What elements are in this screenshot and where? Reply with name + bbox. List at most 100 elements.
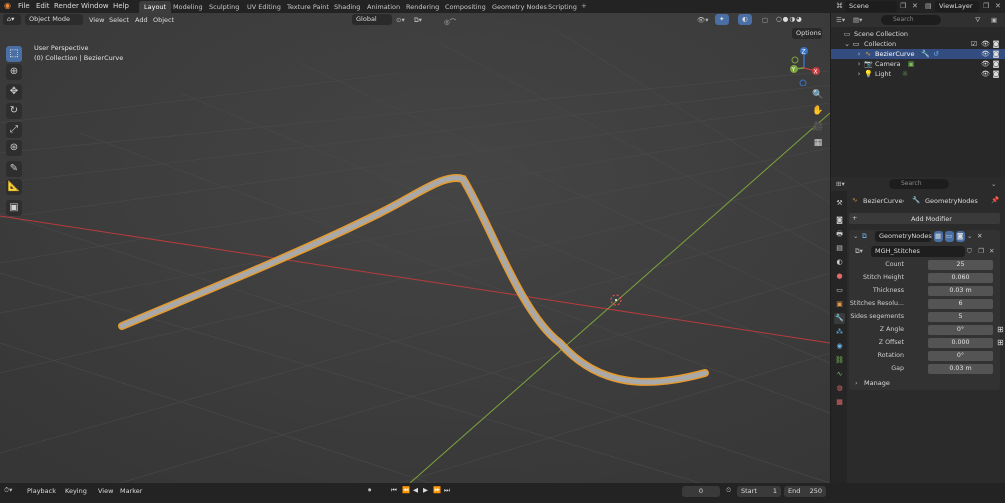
visibility-icon[interactable]: 👁▾	[697, 16, 709, 24]
tab-object-icon[interactable]: ▣	[834, 299, 845, 310]
filter-icon[interactable]: ⛛	[975, 16, 980, 25]
duplicate-node-group-icon[interactable]: ❐	[978, 247, 984, 255]
menu-marker[interactable]: Marker	[120, 487, 142, 495]
overlay-toggle-icon[interactable]: ◐	[738, 14, 752, 25]
attribute-toggle-icon[interactable]: ⊞	[997, 338, 1004, 347]
add-modifier-button[interactable]: + Add Modifier	[849, 213, 1000, 224]
outliner-item-beziercurve[interactable]: › ∿ BezierCurve 🔧 ↺ 👁 ◙	[831, 49, 1005, 59]
visibility-eye-icon[interactable]: 👁	[981, 70, 990, 78]
play-icon[interactable]: ▶	[423, 486, 428, 494]
options-chevron-icon[interactable]: ⌄	[991, 180, 996, 188]
sides-segments-field[interactable]: 5	[928, 312, 993, 322]
remove-modifier-icon[interactable]: ✕	[977, 232, 982, 240]
new-view-layer-icon[interactable]: ❐	[983, 2, 989, 10]
manage-expand-chevron-icon[interactable]: ›	[855, 379, 858, 387]
tab-material-icon[interactable]: ◍	[834, 383, 845, 394]
delete-scene-icon[interactable]: ✕	[912, 2, 918, 10]
ortho-grid-icon[interactable]: ▦	[811, 136, 825, 150]
menu-help[interactable]: Help	[113, 2, 129, 10]
light-data-icon[interactable]: ☼	[901, 70, 909, 78]
add-workspace-button[interactable]: +	[581, 2, 587, 10]
node-group-selector[interactable]: MGH_Stitches	[871, 246, 965, 257]
menu-playback[interactable]: Playback	[27, 487, 56, 495]
render-camera-icon[interactable]: ◙	[992, 70, 1000, 78]
tab-animation[interactable]: Animation	[362, 1, 405, 13]
render-camera-icon[interactable]: ◙	[992, 60, 1000, 68]
scale-tool-icon[interactable]: ⤢	[6, 122, 22, 138]
tab-data-icon[interactable]: ∿	[834, 369, 845, 380]
tab-layout[interactable]: Layout	[139, 1, 172, 13]
end-frame-field[interactable]: End 250	[784, 486, 826, 497]
visibility-eye-icon[interactable]: 👁	[981, 60, 990, 68]
rotation-field[interactable]: 0°	[928, 351, 993, 361]
expand-chevron-icon[interactable]: ›	[855, 60, 863, 68]
options-button[interactable]: Options	[792, 28, 822, 39]
unlink-node-group-icon[interactable]: ✕	[989, 247, 994, 255]
modifier-menu-chevron-icon[interactable]: ⌄	[967, 232, 972, 240]
pin-icon[interactable]: 📌	[991, 196, 999, 204]
stitch-height-field[interactable]: 0.060	[928, 273, 993, 283]
properties-editor-type-icon[interactable]: ⊞▾	[836, 180, 845, 188]
mode-selector[interactable]: Object Mode	[25, 14, 83, 25]
collection-row[interactable]: ⌄ ▭ Collection ☑ 👁 ◙	[831, 39, 1005, 49]
menu-select[interactable]: Select	[109, 16, 129, 24]
menu-render[interactable]: Render	[54, 2, 79, 10]
tab-texture-paint[interactable]: Texture Paint	[282, 1, 334, 13]
exclude-checkbox[interactable]: ☑	[970, 40, 978, 48]
modifier-wrench-icon[interactable]: 🔧	[921, 50, 930, 58]
menu-keying[interactable]: Keying	[65, 487, 87, 495]
outliner-item-light[interactable]: › 💡 Light ☼ 👁 ◙	[831, 69, 1005, 79]
gap-field[interactable]: 0.03 m	[928, 364, 993, 374]
menu-window[interactable]: Window	[81, 2, 109, 10]
visibility-eye-icon[interactable]: 👁	[981, 50, 990, 58]
delete-view-layer-icon[interactable]: ✕	[995, 2, 1001, 10]
rotate-tool-icon[interactable]: ↻	[6, 103, 22, 119]
proportional-edit-icon[interactable]: ◎⌒	[444, 16, 456, 26]
viewport-display-toggle-icon[interactable]: ▭	[945, 231, 954, 242]
annotate-tool-icon[interactable]: ✎	[6, 161, 22, 177]
prev-keyframe-icon[interactable]: ⏪	[402, 486, 410, 494]
tab-constraints-icon[interactable]: ⛓	[834, 355, 845, 366]
tab-render-icon[interactable]: ◙	[834, 215, 845, 226]
gizmo-toggle-icon[interactable]: ✦	[715, 14, 729, 25]
thickness-field[interactable]: 0.03 m	[928, 286, 993, 296]
menu-timeline-view[interactable]: View	[98, 487, 113, 495]
outliner-item-camera[interactable]: › 📷 Camera ▣ 👁 ◙	[831, 59, 1005, 69]
snap-icon[interactable]: ⧉▾	[414, 16, 422, 25]
manage-subpanel-label[interactable]: Manage	[864, 379, 890, 387]
modifier-collapse-chevron-icon[interactable]: ⌄	[853, 232, 858, 240]
breadcrumb-modifier[interactable]: GeometryNodes	[925, 197, 978, 205]
tab-modeling[interactable]: Modeling	[168, 1, 208, 13]
xray-icon[interactable]: ▢	[762, 16, 768, 24]
jump-start-icon[interactable]: ⏮	[391, 486, 397, 495]
pivot-point-icon[interactable]: ⊙▾	[396, 16, 405, 24]
3d-viewport[interactable]: User Perspective (0) Collection | Bezier…	[0, 13, 830, 483]
render-camera-icon[interactable]: ◙	[992, 50, 1000, 58]
menu-view[interactable]: View	[89, 16, 104, 24]
count-field[interactable]: 25	[928, 260, 993, 270]
breadcrumb-object[interactable]: BezierCurve	[863, 197, 903, 205]
tab-particles-icon[interactable]: ⁂	[834, 327, 845, 338]
shading-mode-icon[interactable]: ○●◑◕	[776, 15, 803, 23]
transform-tool-icon[interactable]: ⊛	[6, 140, 22, 156]
visibility-eye-icon[interactable]: 👁	[981, 40, 990, 48]
tab-shading[interactable]: Shading	[329, 1, 365, 13]
menu-add[interactable]: Add	[135, 16, 148, 24]
tab-tool-icon[interactable]: ⚒	[834, 198, 845, 209]
tab-output-icon[interactable]: 🖶	[834, 229, 845, 240]
tab-collection-icon[interactable]: ▭	[834, 285, 845, 296]
scene-selector[interactable]: Scene	[845, 1, 897, 12]
curve-data-icon[interactable]: ↺	[932, 50, 940, 58]
camera-view-icon[interactable]: 🎥	[811, 120, 825, 134]
editor-type-icon[interactable]: ⌂▾	[3, 14, 21, 25]
modifier-name-field[interactable]: GeometryNodes	[875, 231, 932, 242]
view-layer-selector[interactable]: ViewLayer	[935, 1, 979, 12]
display-mode-icon[interactable]: ▤▾	[853, 16, 862, 24]
tab-scene-icon[interactable]: ◐	[834, 257, 845, 268]
tab-world-icon[interactable]: ●	[834, 271, 845, 282]
select-box-tool[interactable]: ⬚	[6, 46, 22, 62]
zoom-icon[interactable]: 🔍	[811, 88, 825, 102]
start-frame-field[interactable]: Start 1	[737, 486, 781, 497]
measure-tool-icon[interactable]: 📐	[6, 179, 22, 195]
expand-chevron-icon[interactable]: ›	[855, 50, 863, 58]
